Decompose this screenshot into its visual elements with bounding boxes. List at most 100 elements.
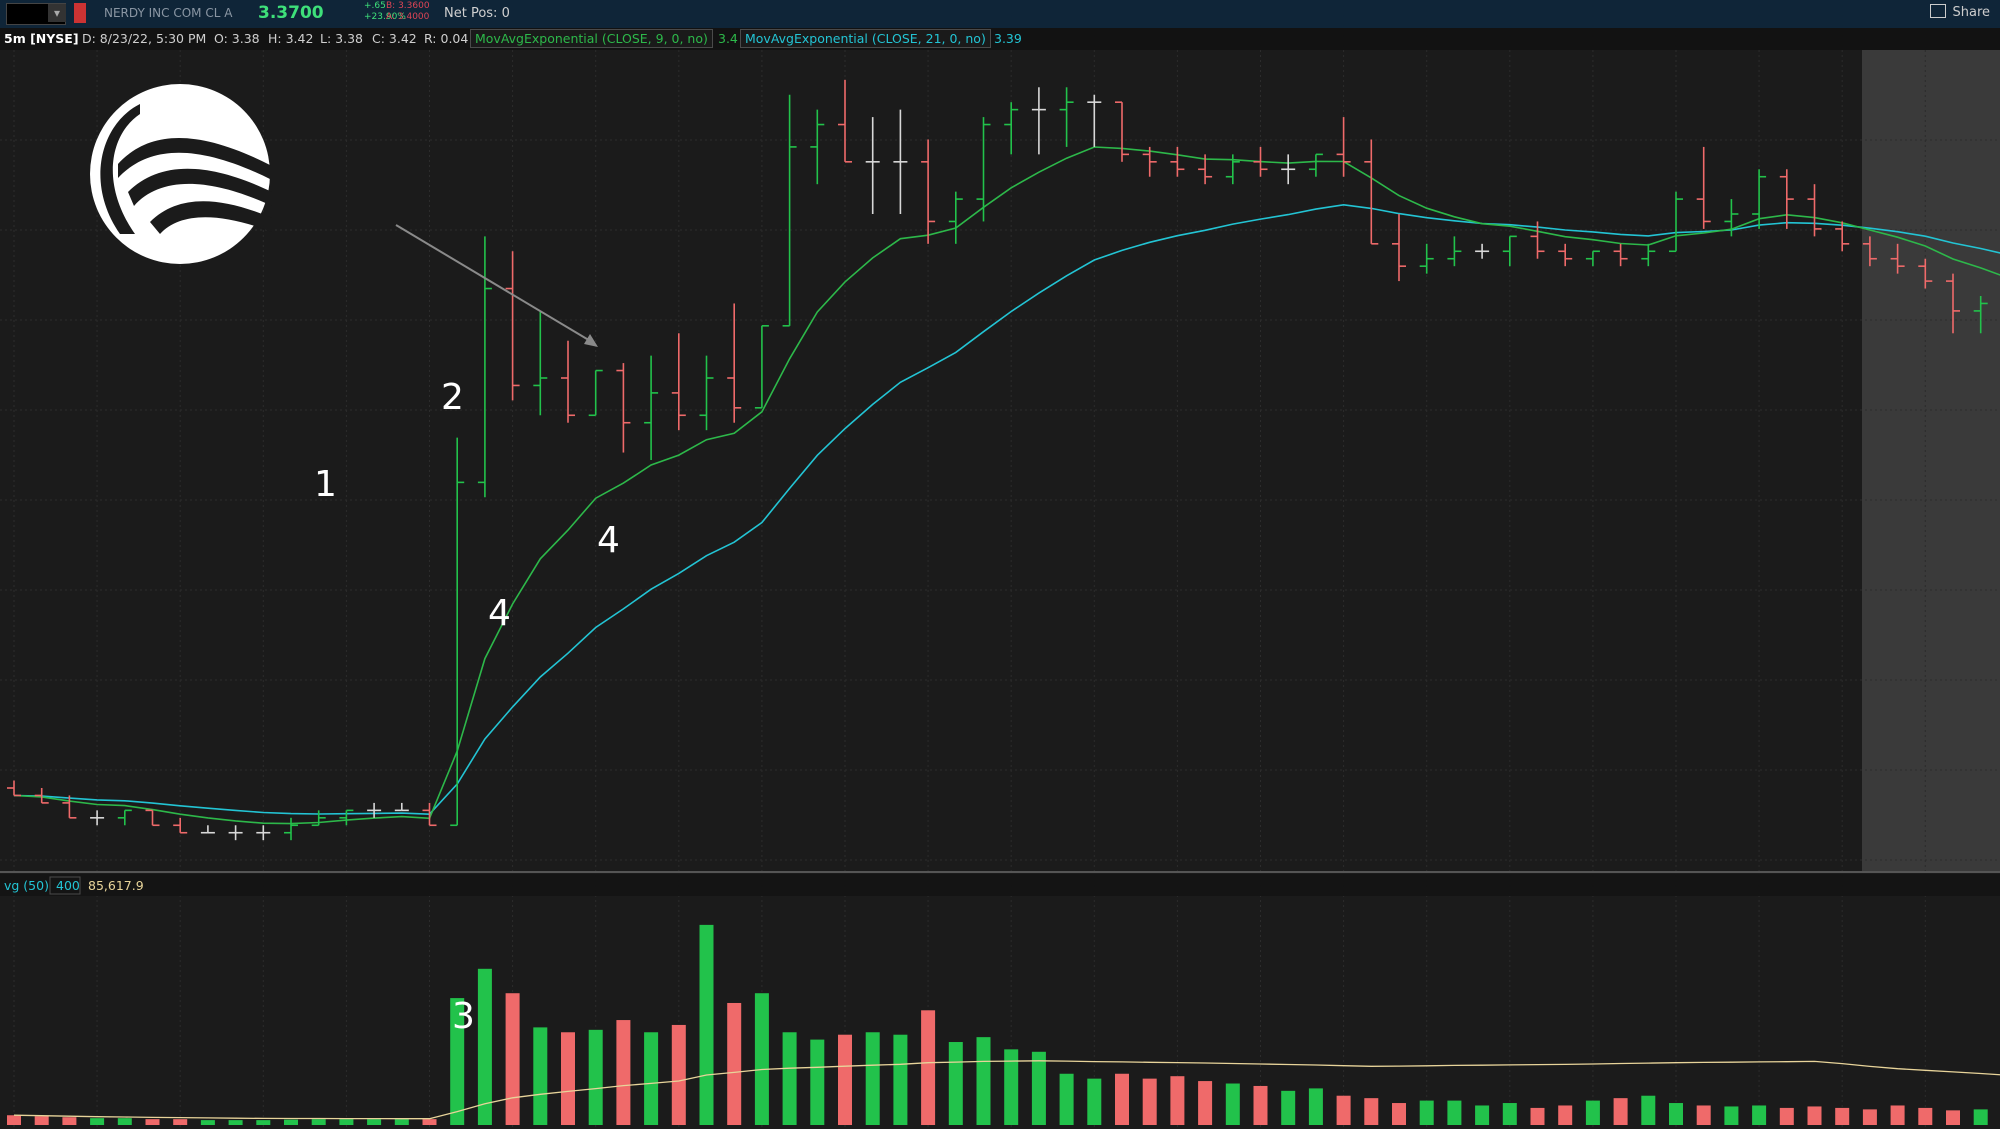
ema21-study-label[interactable]: MovAvgExponential (CLOSE, 21, 0, no) (740, 29, 991, 48)
ema21-value: 3.39 (994, 31, 1022, 46)
volume-bar (1059, 1073, 1074, 1125)
volume-bar (699, 924, 714, 1125)
volume-bar (1669, 1103, 1683, 1125)
volume-bar (1530, 1107, 1545, 1125)
volume-bar (228, 1120, 243, 1125)
study-header-bar: 5m [NYSE] D: 8/23/22, 5:30 PM O: 3.38 H:… (0, 28, 2000, 51)
volume-bar (948, 1042, 963, 1125)
alert-flag-icon[interactable] (74, 3, 86, 23)
volume-bar (1115, 1073, 1129, 1125)
bid-price: B: 3.3600 (386, 1, 430, 11)
volume-bar (1862, 1109, 1877, 1125)
volume-header (0, 874, 2000, 896)
volume-bar (311, 1119, 326, 1125)
volume-bar (1696, 1105, 1711, 1125)
company-name: NERDY INC COM CL A (104, 6, 233, 20)
volume-bar (1558, 1105, 1573, 1125)
volume-bar (782, 1032, 797, 1125)
volume-bar (1364, 1098, 1379, 1125)
volume-bar (1475, 1105, 1490, 1125)
volume-bar (367, 1119, 382, 1125)
volume-bar (1447, 1100, 1462, 1125)
volume-bar (1890, 1105, 1905, 1125)
volume-bar (1308, 1088, 1323, 1125)
top-quote-bar: ▾ NERDY INC COM CL A 3.3700 +.65 +23.90%… (0, 0, 2000, 29)
bar-low: L: 3.38 (320, 31, 363, 46)
volume-bar (422, 1119, 437, 1125)
bar-range: R: 0.04 (424, 31, 469, 46)
volume-bar (1225, 1083, 1240, 1125)
volume-value: 400 (56, 878, 80, 893)
bar-high: H: 3.42 (268, 31, 314, 46)
volume-bar (865, 1032, 880, 1125)
volume-bar (1336, 1095, 1351, 1125)
volume-bar (1198, 1081, 1213, 1125)
volume-bar (1724, 1106, 1739, 1125)
ask-price: A: 3.4000 (386, 12, 430, 22)
share-button[interactable]: Share (1930, 4, 1990, 20)
ema9-study-label[interactable]: MovAvgExponential (CLOSE, 9, 0, no) (470, 29, 713, 48)
volume-bar (1031, 1051, 1046, 1125)
timeframe-label[interactable]: 5m [NYSE] (4, 31, 79, 46)
volume-bar (1502, 1103, 1517, 1125)
volume-bar (671, 1024, 686, 1125)
annotation-2: 2 (441, 377, 464, 418)
volume-bar (1835, 1107, 1850, 1125)
volume-bar (256, 1120, 271, 1125)
volume-bar (1946, 1110, 1960, 1125)
volume-bar (1807, 1106, 1822, 1125)
volume-bar (34, 1116, 49, 1125)
volume-bar (1392, 1103, 1406, 1125)
volume-bar (1585, 1100, 1600, 1125)
bar-date: D: 8/23/22, 5:30 PM (82, 31, 207, 46)
price-chart[interactable]: vg (50) 400 85,617.9 9:309:4510:0010:151… (0, 50, 2000, 1129)
ema9-value: 3.4 (718, 31, 738, 46)
volume-bar (394, 1119, 409, 1125)
volume-bar (561, 1032, 575, 1125)
annotation-3: 3 (452, 996, 475, 1037)
volume-bar (284, 1119, 298, 1125)
volume-bar (1087, 1078, 1102, 1125)
annotation-4b: 4 (597, 520, 620, 561)
volume-bar (976, 1037, 991, 1125)
volume-bar (339, 1119, 354, 1125)
after-hours-shading (1862, 50, 2000, 872)
share-icon (1930, 4, 1947, 18)
volume-bar (200, 1120, 215, 1125)
bar-open: O: 3.38 (214, 31, 260, 46)
volume-bar (1253, 1085, 1268, 1125)
volume-avg-value: 85,617.9 (88, 878, 144, 893)
volume-bar (1973, 1109, 1988, 1125)
volume-bar (1170, 1076, 1185, 1125)
bar-close: C: 3.42 (372, 31, 417, 46)
annotation-4a: 4 (488, 593, 511, 634)
volume-bar (1419, 1100, 1434, 1125)
volume-bar (145, 1119, 160, 1125)
volume-bar (117, 1118, 132, 1125)
annotation-1: 1 (314, 464, 337, 505)
volume-bar (1918, 1107, 1933, 1125)
volume-bar (1752, 1105, 1767, 1125)
volume-bar (1613, 1098, 1628, 1125)
volume-bar (533, 1027, 548, 1125)
volume-bar (1779, 1107, 1794, 1125)
bid-ask: B: 3.3600 A: 3.4000 (386, 1, 430, 23)
volume-bar (1641, 1095, 1656, 1125)
volume-bar (921, 1010, 936, 1125)
volume-bar (893, 1034, 908, 1125)
volume-bar (588, 1029, 603, 1125)
volume-bar (173, 1119, 188, 1125)
volume-bar (1281, 1090, 1296, 1125)
volume-bar (477, 968, 492, 1125)
volume-bar (62, 1117, 77, 1125)
symbol-dropdown-icon[interactable]: ▾ (48, 4, 66, 22)
last-price: 3.3700 (258, 3, 324, 23)
volume-bar (505, 993, 520, 1125)
volume-study-label[interactable]: vg (50) (4, 878, 49, 893)
volume-bar (810, 1039, 825, 1125)
volume-bar (838, 1034, 852, 1125)
volume-bar (7, 1115, 21, 1125)
volume-bar (644, 1032, 659, 1125)
share-label: Share (1952, 5, 1990, 20)
volume-bar (616, 1020, 631, 1125)
